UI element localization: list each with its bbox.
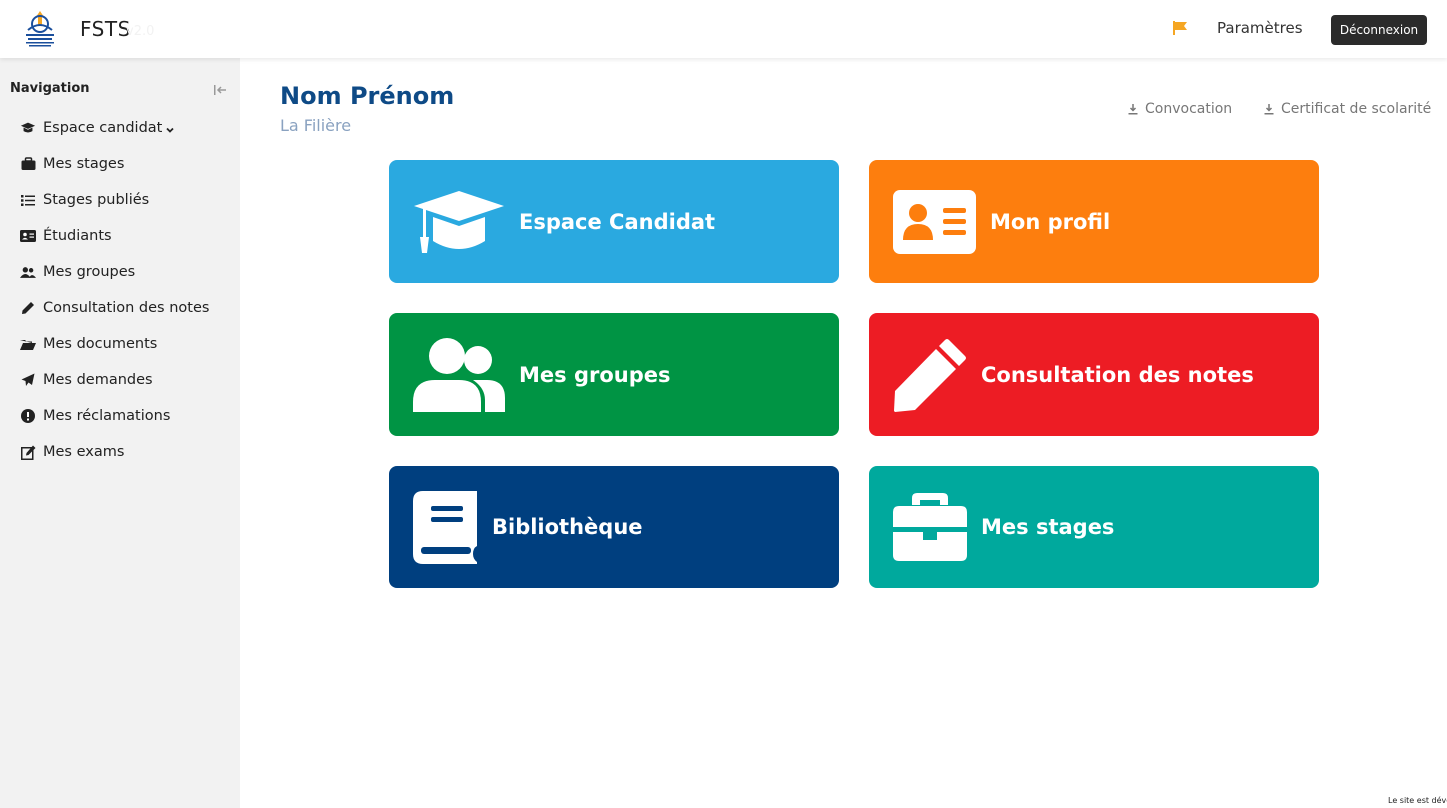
sidebar-title: Navigation bbox=[10, 81, 90, 96]
sidebar-item-label: Stages publiés bbox=[43, 192, 150, 208]
tile-label: Espace Candidat bbox=[519, 209, 716, 234]
tile-label: Mon profil bbox=[990, 209, 1111, 234]
id-card-icon bbox=[893, 189, 976, 254]
sidebar-item-mes-reclamations[interactable]: Mes réclamations bbox=[0, 398, 240, 434]
graduation-cap-icon bbox=[20, 120, 36, 136]
tile-bibliotheque[interactable]: Bibliothèque bbox=[389, 466, 839, 588]
id-card-icon bbox=[20, 228, 36, 244]
flag-icon[interactable] bbox=[1172, 20, 1188, 36]
download-icon bbox=[1264, 104, 1274, 115]
tile-label: Bibliothèque bbox=[492, 515, 643, 539]
logout-button[interactable]: Déconnexion bbox=[1331, 15, 1427, 45]
filiere-subtitle: La Filière bbox=[280, 116, 352, 135]
tile-mon-profil[interactable]: Mon profil bbox=[869, 160, 1319, 283]
sidebar-item-label: Mes exams bbox=[43, 444, 125, 460]
sidebar-item-etudiants[interactable]: Étudiants bbox=[0, 218, 240, 254]
list-icon bbox=[20, 192, 36, 208]
footer-note: Le site est déve bbox=[1388, 796, 1447, 805]
pencil-icon bbox=[20, 300, 36, 316]
sidebar-item-mes-documents[interactable]: Mes documents bbox=[0, 326, 240, 362]
sidebar-item-label: Consultation des notes bbox=[43, 300, 210, 316]
graduation-cap-icon bbox=[413, 189, 505, 255]
page-title: Nom Prénom bbox=[280, 82, 455, 110]
sidebar-item-label: Mes stages bbox=[43, 156, 125, 172]
download-convocation-link[interactable]: Convocation bbox=[1127, 101, 1232, 117]
app-title[interactable]: FSTS bbox=[80, 17, 131, 41]
tile-espace-candidat[interactable]: Espace Candidat bbox=[389, 160, 839, 283]
sidebar-item-mes-stages[interactable]: Mes stages bbox=[0, 146, 240, 182]
collapse-sidebar-icon[interactable] bbox=[212, 82, 228, 96]
sidebar-item-mes-demandes[interactable]: Mes demandes bbox=[0, 362, 240, 398]
tile-mes-stages[interactable]: Mes stages bbox=[869, 466, 1319, 588]
sidebar-nav: Espace candidat Mes stages Stages publié… bbox=[0, 110, 240, 470]
chevron-down-icon[interactable] bbox=[165, 123, 175, 133]
briefcase-icon bbox=[893, 493, 967, 561]
download-convocation-label: Convocation bbox=[1145, 101, 1233, 117]
sidebar-item-label: Mes réclamations bbox=[43, 408, 171, 424]
users-icon bbox=[413, 337, 505, 412]
sidebar-item-mes-exams[interactable]: Mes exams bbox=[0, 434, 240, 470]
app-version: v2.0 bbox=[126, 24, 155, 39]
book-icon bbox=[413, 490, 478, 564]
tile-label: Mes stages bbox=[981, 515, 1115, 539]
sidebar: Navigation Espace candidat Mes stages St… bbox=[0, 58, 240, 808]
university-logo[interactable] bbox=[20, 8, 60, 50]
sidebar-item-label: Mes documents bbox=[43, 336, 158, 352]
sidebar-item-consultation-des-notes[interactable]: Consultation des notes bbox=[0, 290, 240, 326]
top-bar: FSTS v2.0 Paramètres Déconnexion bbox=[0, 0, 1447, 58]
tile-consultation-des-notes[interactable]: Consultation des notes bbox=[869, 313, 1319, 436]
edit-icon bbox=[20, 444, 36, 460]
download-icon bbox=[1128, 104, 1138, 115]
tile-label: Mes groupes bbox=[519, 362, 671, 387]
profile-header: Nom Prénom La Filière bbox=[280, 82, 454, 135]
paper-plane-icon bbox=[20, 372, 36, 388]
sidebar-item-label: Espace candidat bbox=[43, 120, 163, 136]
sidebar-item-label: Mes groupes bbox=[43, 264, 136, 280]
tile-label: Consultation des notes bbox=[981, 362, 1254, 387]
pencil-icon bbox=[893, 338, 967, 412]
users-icon bbox=[20, 264, 36, 280]
settings-link[interactable]: Paramètres bbox=[1217, 19, 1303, 37]
exclamation-circle-icon bbox=[20, 408, 36, 424]
briefcase-icon bbox=[20, 156, 36, 172]
sidebar-item-stages-publies[interactable]: Stages publiés bbox=[0, 182, 240, 218]
sidebar-item-label: Étudiants bbox=[43, 228, 112, 244]
tile-mes-groupes[interactable]: Mes groupes bbox=[389, 313, 839, 436]
sidebar-item-espace-candidat[interactable]: Espace candidat bbox=[0, 110, 240, 146]
sidebar-item-mes-groupes[interactable]: Mes groupes bbox=[0, 254, 240, 290]
sidebar-item-label: Mes demandes bbox=[43, 372, 153, 388]
folder-open-icon bbox=[20, 336, 36, 352]
download-certificat-label: Certificat de scolarité bbox=[1281, 101, 1432, 117]
download-certificat-link[interactable]: Certificat de scolarité bbox=[1263, 101, 1431, 117]
